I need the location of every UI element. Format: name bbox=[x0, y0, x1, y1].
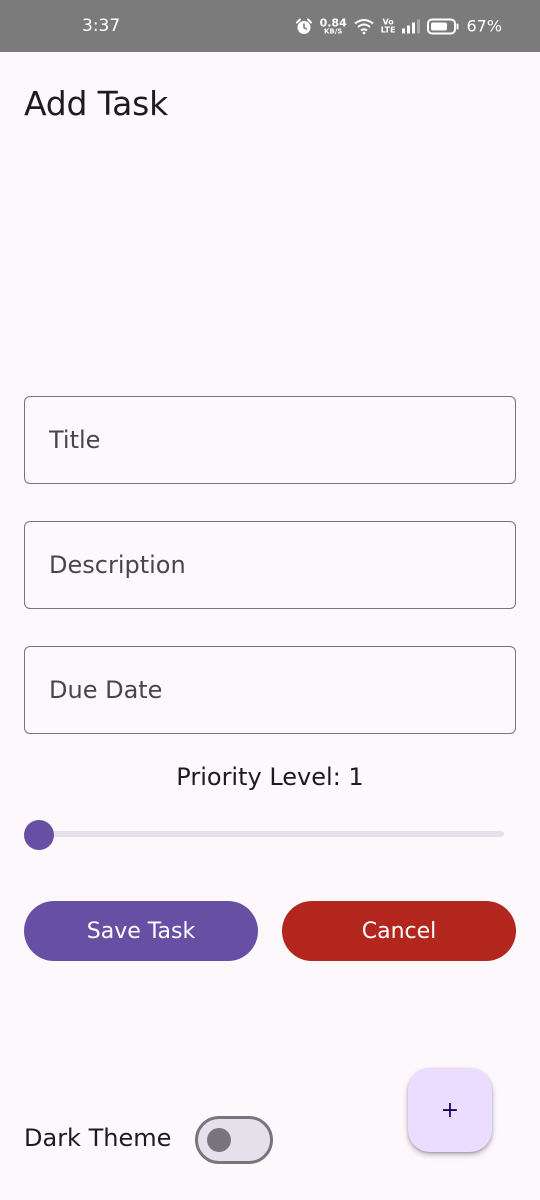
switch-thumb bbox=[207, 1128, 231, 1152]
title-field[interactable] bbox=[24, 396, 516, 484]
battery-percent: 67% bbox=[466, 16, 502, 36]
priority-level-label: Priority Level: 1 bbox=[176, 763, 364, 791]
page-title: Add Task bbox=[24, 84, 168, 123]
wifi-icon bbox=[354, 18, 374, 34]
signal-icon bbox=[402, 19, 421, 33]
network-speed: 0.84 KB/S bbox=[319, 16, 347, 35]
add-fab-button[interactable]: + bbox=[408, 1068, 492, 1152]
dark-theme-switch[interactable] bbox=[195, 1116, 273, 1164]
cancel-button[interactable]: Cancel bbox=[282, 901, 516, 961]
battery-icon bbox=[427, 18, 459, 34]
priority-slider-thumb[interactable] bbox=[24, 820, 54, 850]
title-input[interactable] bbox=[25, 397, 515, 483]
due-date-field[interactable] bbox=[24, 646, 516, 734]
status-time: 3:37 bbox=[82, 16, 121, 36]
description-input[interactable] bbox=[25, 522, 515, 608]
dark-theme-label: Dark Theme bbox=[24, 1124, 172, 1152]
description-field[interactable] bbox=[24, 521, 516, 609]
priority-slider-track[interactable] bbox=[38, 831, 504, 837]
volte-indicator: Vo LTE bbox=[380, 17, 396, 34]
status-bar: 3:37 0.84 KB/S Vo LTE 67% bbox=[0, 0, 540, 52]
due-date-input[interactable] bbox=[25, 647, 515, 733]
status-icons: 0.84 KB/S Vo LTE 67% bbox=[295, 17, 502, 36]
add-icon: + bbox=[440, 1097, 460, 1123]
save-task-button[interactable]: Save Task bbox=[24, 901, 258, 961]
alarm-icon bbox=[295, 17, 313, 35]
